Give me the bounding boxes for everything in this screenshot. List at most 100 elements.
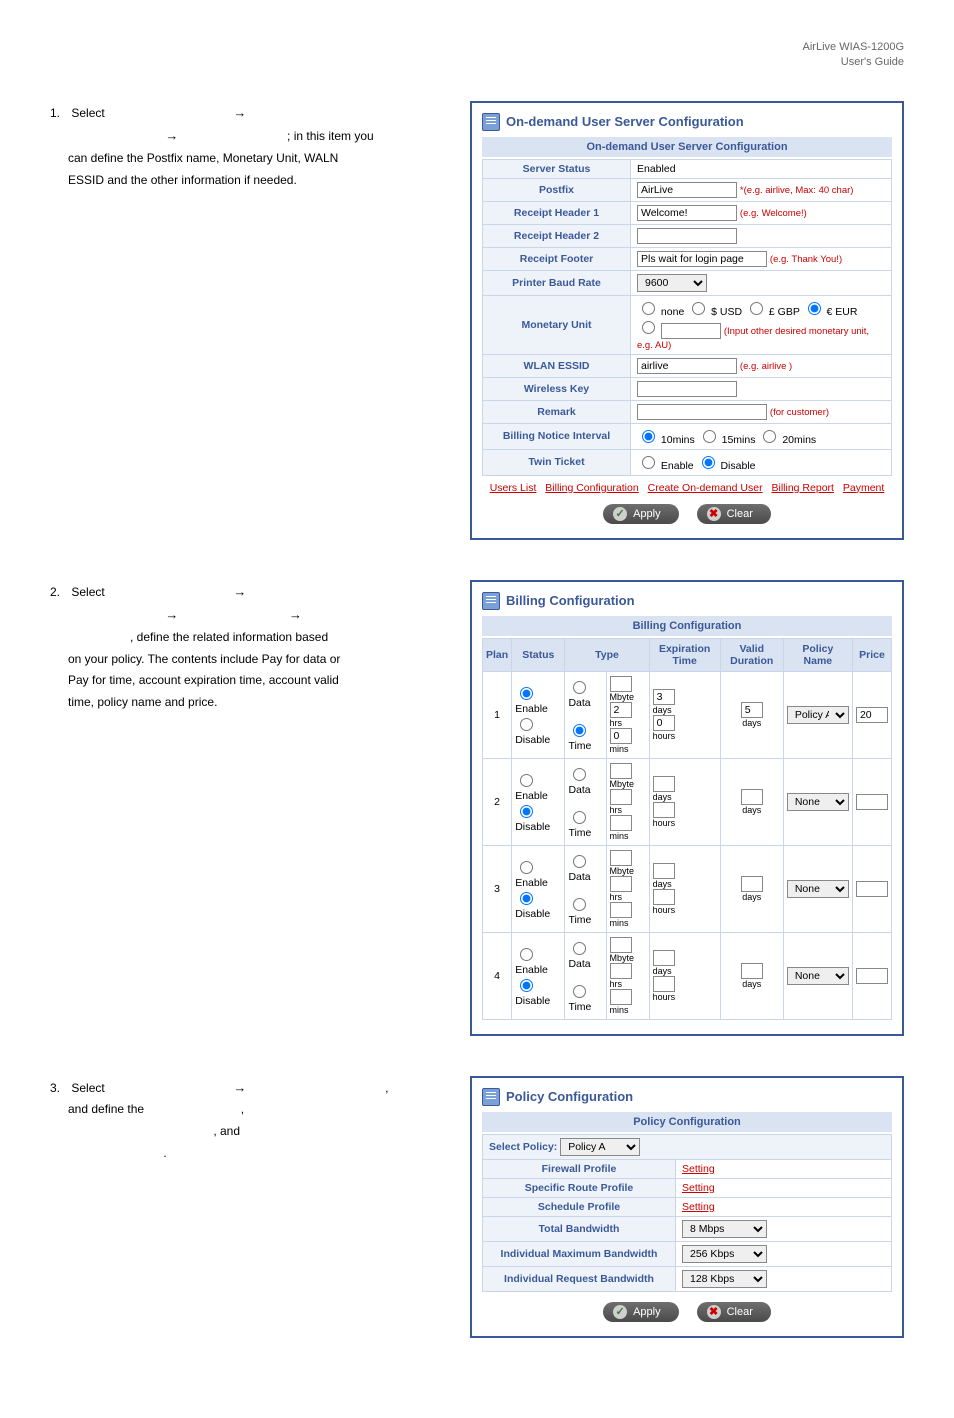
- valid-input[interactable]: [741, 789, 763, 805]
- price-input[interactable]: [856, 881, 888, 897]
- mon-none[interactable]: [642, 302, 655, 315]
- step2-verb: Select: [71, 585, 104, 599]
- mon-other-input[interactable]: [661, 323, 721, 339]
- status-disable[interactable]: [520, 979, 533, 992]
- policy-select[interactable]: Policy A: [787, 706, 849, 724]
- type-data[interactable]: [573, 768, 586, 781]
- bi-15[interactable]: [703, 430, 716, 443]
- baud-select[interactable]: 9600: [637, 274, 707, 292]
- essid-input[interactable]: [637, 358, 737, 374]
- link-report[interactable]: Billing Report: [772, 482, 834, 494]
- arrow-icon: →: [163, 607, 180, 622]
- twin-en[interactable]: [642, 456, 655, 469]
- link-create[interactable]: Create On-demand User: [648, 482, 763, 494]
- type-data[interactable]: [573, 855, 586, 868]
- panel-icon: [482, 592, 500, 610]
- lbl-rfoot: Receipt Footer: [483, 247, 631, 270]
- status-enable[interactable]: [520, 948, 533, 961]
- mins-input[interactable]: [610, 728, 632, 744]
- mins-input[interactable]: [610, 989, 632, 1005]
- link-billing[interactable]: Billing Configuration: [545, 482, 638, 494]
- clear-button[interactable]: ✖Clear: [697, 504, 771, 524]
- clear-button[interactable]: ✖Clear: [697, 1302, 771, 1322]
- step3-line2a: and define the: [50, 1102, 144, 1116]
- step1-num: 1.: [50, 103, 68, 125]
- mbyte-input[interactable]: [610, 676, 632, 692]
- status-disable[interactable]: [520, 892, 533, 905]
- rfoot-input[interactable]: [637, 251, 767, 267]
- price-input[interactable]: [856, 794, 888, 810]
- status-enable[interactable]: [520, 687, 533, 700]
- mins-lbl: mins: [610, 744, 629, 754]
- exp-h-input[interactable]: [653, 715, 675, 731]
- sched-setting[interactable]: Setting: [682, 1201, 715, 1213]
- imb-select[interactable]: 256 Kbps: [682, 1245, 767, 1263]
- fw-setting[interactable]: Setting: [682, 1163, 715, 1175]
- mon-eur[interactable]: [808, 302, 821, 315]
- exp-input[interactable]: [653, 776, 675, 792]
- step2-line4: Pay for time, account expiration time, a…: [50, 673, 339, 687]
- status-disable[interactable]: [520, 805, 533, 818]
- panel3-title: Policy Configuration: [506, 1089, 633, 1104]
- lbl-billint: Billing Notice Interval: [483, 423, 631, 449]
- valid-input[interactable]: [741, 702, 763, 718]
- panel2-subtitle: Billing Configuration: [482, 616, 892, 636]
- mbyte-input[interactable]: [610, 937, 632, 953]
- select-policy[interactable]: Policy A: [560, 1138, 640, 1156]
- billing-table: Plan Status Type Expiration Time Valid D…: [482, 638, 892, 1020]
- twin-dis[interactable]: [702, 456, 715, 469]
- mins-input[interactable]: [610, 902, 632, 918]
- valid-input[interactable]: [741, 876, 763, 892]
- bi-20[interactable]: [763, 430, 776, 443]
- policy-select[interactable]: None: [787, 793, 849, 811]
- exp-m-input[interactable]: [653, 689, 675, 705]
- lbl-twin: Twin Ticket: [483, 449, 631, 475]
- hrs-input[interactable]: [610, 789, 632, 805]
- route-setting[interactable]: Setting: [682, 1182, 715, 1194]
- status-disable[interactable]: [520, 718, 533, 731]
- remark-input[interactable]: [637, 404, 767, 420]
- price-input[interactable]: [856, 707, 888, 723]
- type-time[interactable]: [573, 811, 586, 824]
- policy-select[interactable]: None: [787, 880, 849, 898]
- bi-20-lbl: 20mins: [782, 434, 816, 446]
- valid-input[interactable]: [741, 963, 763, 979]
- postfix-input[interactable]: [637, 182, 737, 198]
- exp-h-input[interactable]: [653, 889, 675, 905]
- status-enable[interactable]: [520, 861, 533, 874]
- price-input[interactable]: [856, 968, 888, 984]
- enable-lbl: Enable: [515, 790, 548, 802]
- type-data[interactable]: [573, 942, 586, 955]
- hrs-input[interactable]: [610, 702, 632, 718]
- apply-button[interactable]: ✓Apply: [603, 1302, 679, 1322]
- wkey-input[interactable]: [637, 381, 737, 397]
- table-row: 2 Enable Disable Data Time Mbyte hrs min…: [483, 758, 892, 845]
- tb-select[interactable]: 8 Mbps: [682, 1220, 767, 1238]
- rh1-input[interactable]: [637, 205, 737, 221]
- link-payment[interactable]: Payment: [843, 482, 884, 494]
- exp-h-input[interactable]: [653, 802, 675, 818]
- bi-10[interactable]: [642, 430, 655, 443]
- type-time[interactable]: [573, 898, 586, 911]
- status-enable[interactable]: [520, 774, 533, 787]
- irb-select[interactable]: 128 Kbps: [682, 1270, 767, 1288]
- link-users[interactable]: Users List: [490, 482, 537, 494]
- apply-button[interactable]: ✓Apply: [603, 504, 679, 524]
- exp-input[interactable]: [653, 863, 675, 879]
- mbyte-input[interactable]: [610, 763, 632, 779]
- mins-input[interactable]: [610, 815, 632, 831]
- policy-select[interactable]: None: [787, 967, 849, 985]
- hrs-input[interactable]: [610, 876, 632, 892]
- exp-input[interactable]: [653, 950, 675, 966]
- rh2-input[interactable]: [637, 228, 737, 244]
- mon-other[interactable]: [642, 321, 655, 334]
- type-data[interactable]: [573, 681, 586, 694]
- mon-gbp[interactable]: [750, 302, 763, 315]
- type-time[interactable]: [573, 985, 586, 998]
- hrs-input[interactable]: [610, 963, 632, 979]
- exp-h-input[interactable]: [653, 976, 675, 992]
- mon-usd[interactable]: [692, 302, 705, 315]
- type-time[interactable]: [573, 724, 586, 737]
- apply-label: Apply: [633, 1306, 661, 1318]
- mbyte-input[interactable]: [610, 850, 632, 866]
